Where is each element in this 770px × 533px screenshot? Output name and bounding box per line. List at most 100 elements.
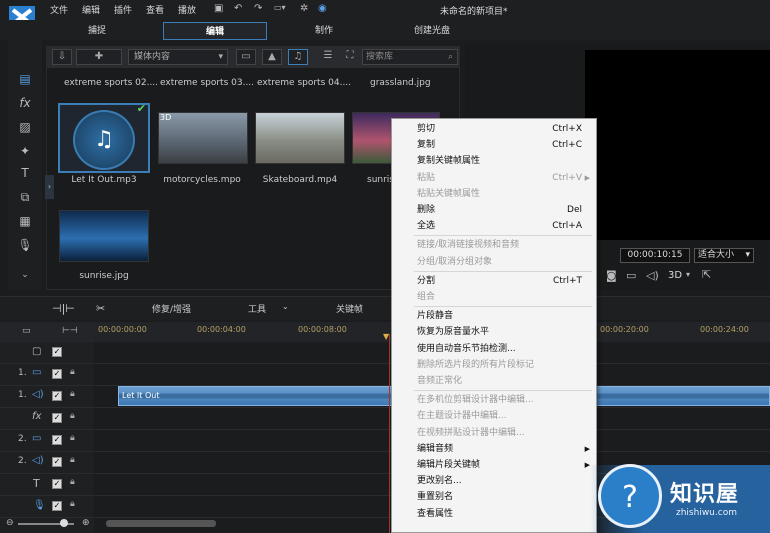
track-enable-checkbox[interactable]: ✓	[52, 479, 62, 489]
lock-icon[interactable]: 🔒︎	[70, 389, 75, 399]
zoom-in-icon[interactable]: ⊕	[82, 518, 90, 528]
zoom-slider-handle[interactable]	[60, 519, 68, 527]
tab-capture[interactable]: 捕捉	[52, 22, 142, 40]
context-menu-item[interactable]: 编辑片段关键帧 ▶	[392, 457, 596, 473]
menu-view[interactable]: 查看	[146, 3, 164, 16]
snapshot-icon[interactable]: ◙	[606, 269, 617, 282]
library-search-input[interactable]: 搜索库 ⌕	[362, 49, 458, 65]
media-room-icon[interactable]: ▤	[16, 72, 34, 88]
motorcycles-thumbnail[interactable]	[158, 112, 248, 164]
track-enable-checkbox[interactable]: ✓	[52, 369, 62, 379]
import-media-icon[interactable]: ⇩	[52, 49, 72, 65]
timeline-scrollbar[interactable]	[106, 520, 216, 527]
lock-icon[interactable]: 🔒︎	[70, 499, 75, 509]
playhead-marker-icon[interactable]: ▼	[383, 332, 389, 341]
subtitle-room-icon[interactable]: ▦	[16, 214, 34, 230]
audio-filter-icon[interactable]: ♫	[288, 49, 308, 65]
skateboard-thumbnail[interactable]	[255, 112, 345, 164]
context-menu-item[interactable]: 编辑音频 ▶	[392, 441, 596, 457]
zoom-fit-select[interactable]: 适合大小 ▾	[694, 248, 754, 263]
track-number: 1.	[18, 390, 27, 400]
menu-plugins[interactable]: 插件	[114, 3, 132, 16]
list-item[interactable]: extreme sports 03....	[160, 78, 254, 88]
video-filter-icon[interactable]: ▭	[236, 49, 256, 65]
timecode-display[interactable]: 00:00:10:15	[620, 248, 690, 263]
storyboard-view-icon[interactable]: ▭	[22, 326, 31, 336]
lock-icon[interactable]: 🔒︎	[70, 367, 75, 377]
pip-room-icon[interactable]: ▨	[16, 120, 34, 136]
fix-enhance-button[interactable]: 修复/增强	[152, 302, 191, 315]
save-icon[interactable]: ▣	[214, 3, 223, 14]
fullscreen-icon[interactable]: ⛶	[340, 49, 360, 65]
menu-edit[interactable]: 编辑	[82, 3, 100, 16]
lock-icon[interactable]: 🔒︎	[70, 411, 75, 421]
lock-icon[interactable]: 🔒︎	[70, 433, 75, 443]
mode-3d-toggle[interactable]: 3D	[668, 270, 682, 281]
lock-icon[interactable]: 🔒︎	[70, 455, 75, 465]
context-menu-item[interactable]: 更改别名...	[392, 473, 596, 489]
trim-icon[interactable]: ⊣|⊢	[52, 302, 75, 315]
split-scissors-icon[interactable]: ✂	[96, 302, 105, 315]
context-menu-item[interactable]: 重置别名	[392, 489, 596, 505]
popout-icon[interactable]: ⇱	[702, 268, 711, 281]
media-caption: sunris	[367, 175, 394, 185]
fx-room-icon[interactable]: fx	[16, 96, 34, 112]
context-menu-item[interactable]: 查看属性	[392, 506, 596, 522]
menu-item-label: 组合	[417, 292, 436, 302]
media-content-select[interactable]: 媒体内容 ▾	[128, 49, 228, 65]
track-number: 1.	[18, 368, 27, 378]
menu-play[interactable]: 播放	[178, 3, 196, 16]
track-enable-checkbox[interactable]: ✓	[52, 501, 62, 511]
tools-button[interactable]: 工具	[248, 302, 266, 315]
tab-create-disc[interactable]: 创建光盘	[380, 22, 484, 40]
chevron-down-icon[interactable]: ⌄	[282, 302, 289, 311]
plugin-icon[interactable]: ✚	[76, 49, 122, 65]
context-menu-item[interactable]: 片段静音	[392, 308, 596, 324]
sunrise-jpg-thumbnail[interactable]	[59, 210, 149, 262]
track-enable-checkbox[interactable]: ✓	[52, 347, 62, 357]
track-enable-checkbox[interactable]: ✓	[52, 413, 62, 423]
particle-room-icon[interactable]: ✦	[16, 144, 34, 160]
list-view-icon[interactable]: ☰	[318, 49, 338, 65]
context-menu-item[interactable]: 剪切 Ctrl+X	[392, 121, 596, 137]
tab-edit[interactable]: 编辑	[163, 22, 267, 40]
chevron-down-icon[interactable]: ▾	[686, 270, 690, 279]
media-select-value: 媒体内容	[134, 52, 171, 62]
context-menu-item[interactable]: 使用自动音乐节拍检测...	[392, 341, 596, 357]
image-filter-icon[interactable]: ▲	[262, 49, 282, 65]
menu-file[interactable]: 文件	[50, 3, 68, 16]
redo-icon[interactable]: ↷	[254, 3, 262, 14]
track-enable-checkbox[interactable]: ✓	[52, 457, 62, 467]
track-enable-checkbox[interactable]: ✓	[52, 391, 62, 401]
track-enable-checkbox[interactable]: ✓	[52, 435, 62, 445]
keyframe-button[interactable]: 关键帧	[336, 302, 363, 315]
context-menu-item[interactable]: 删除 Del	[392, 202, 596, 218]
context-menu-item[interactable]: 恢复为原音量水平	[392, 324, 596, 340]
context-menu-item[interactable]: 复制关键帧属性	[392, 153, 596, 169]
scroll-down-icon[interactable]: ⌄	[16, 270, 34, 286]
context-menu-item[interactable]: 分割 Ctrl+T	[392, 273, 596, 289]
voice-record-icon[interactable]: 🎙	[16, 238, 34, 254]
fit-timeline-icon[interactable]: ⊢⊣	[62, 326, 78, 336]
expand-panel-icon[interactable]: ›	[45, 175, 54, 199]
aspect-ratio-icon[interactable]: ▭▾	[274, 3, 286, 12]
playhead[interactable]	[389, 334, 390, 533]
context-menu-item[interactable]: 全选 Ctrl+A	[392, 218, 596, 234]
undo-icon[interactable]: ↶	[234, 3, 242, 14]
menu-shortcut: Ctrl+V	[552, 172, 582, 183]
dock-icon[interactable]: ▭	[626, 269, 636, 282]
context-menu-item: 粘贴关键帧属性	[392, 186, 596, 202]
selected-media-item[interactable]: ♫ ✔	[58, 102, 150, 173]
list-item[interactable]: grassland.jpg	[370, 78, 431, 88]
zoom-out-icon[interactable]: ⊖	[6, 518, 14, 528]
list-item[interactable]: extreme sports 04....	[257, 78, 351, 88]
lock-icon[interactable]: 🔒︎	[70, 477, 75, 487]
volume-icon[interactable]: ◁)	[646, 269, 659, 282]
context-menu-item[interactable]: 复制 Ctrl+C	[392, 137, 596, 153]
upgrade-icon[interactable]: ◉	[318, 3, 327, 14]
settings-icon[interactable]: ✲	[300, 3, 308, 14]
tab-produce[interactable]: 制作	[282, 22, 366, 40]
list-item[interactable]: extreme sports 02....	[64, 78, 158, 88]
transition-room-icon[interactable]: ⧉	[16, 190, 34, 206]
title-room-icon[interactable]: T	[16, 166, 34, 182]
